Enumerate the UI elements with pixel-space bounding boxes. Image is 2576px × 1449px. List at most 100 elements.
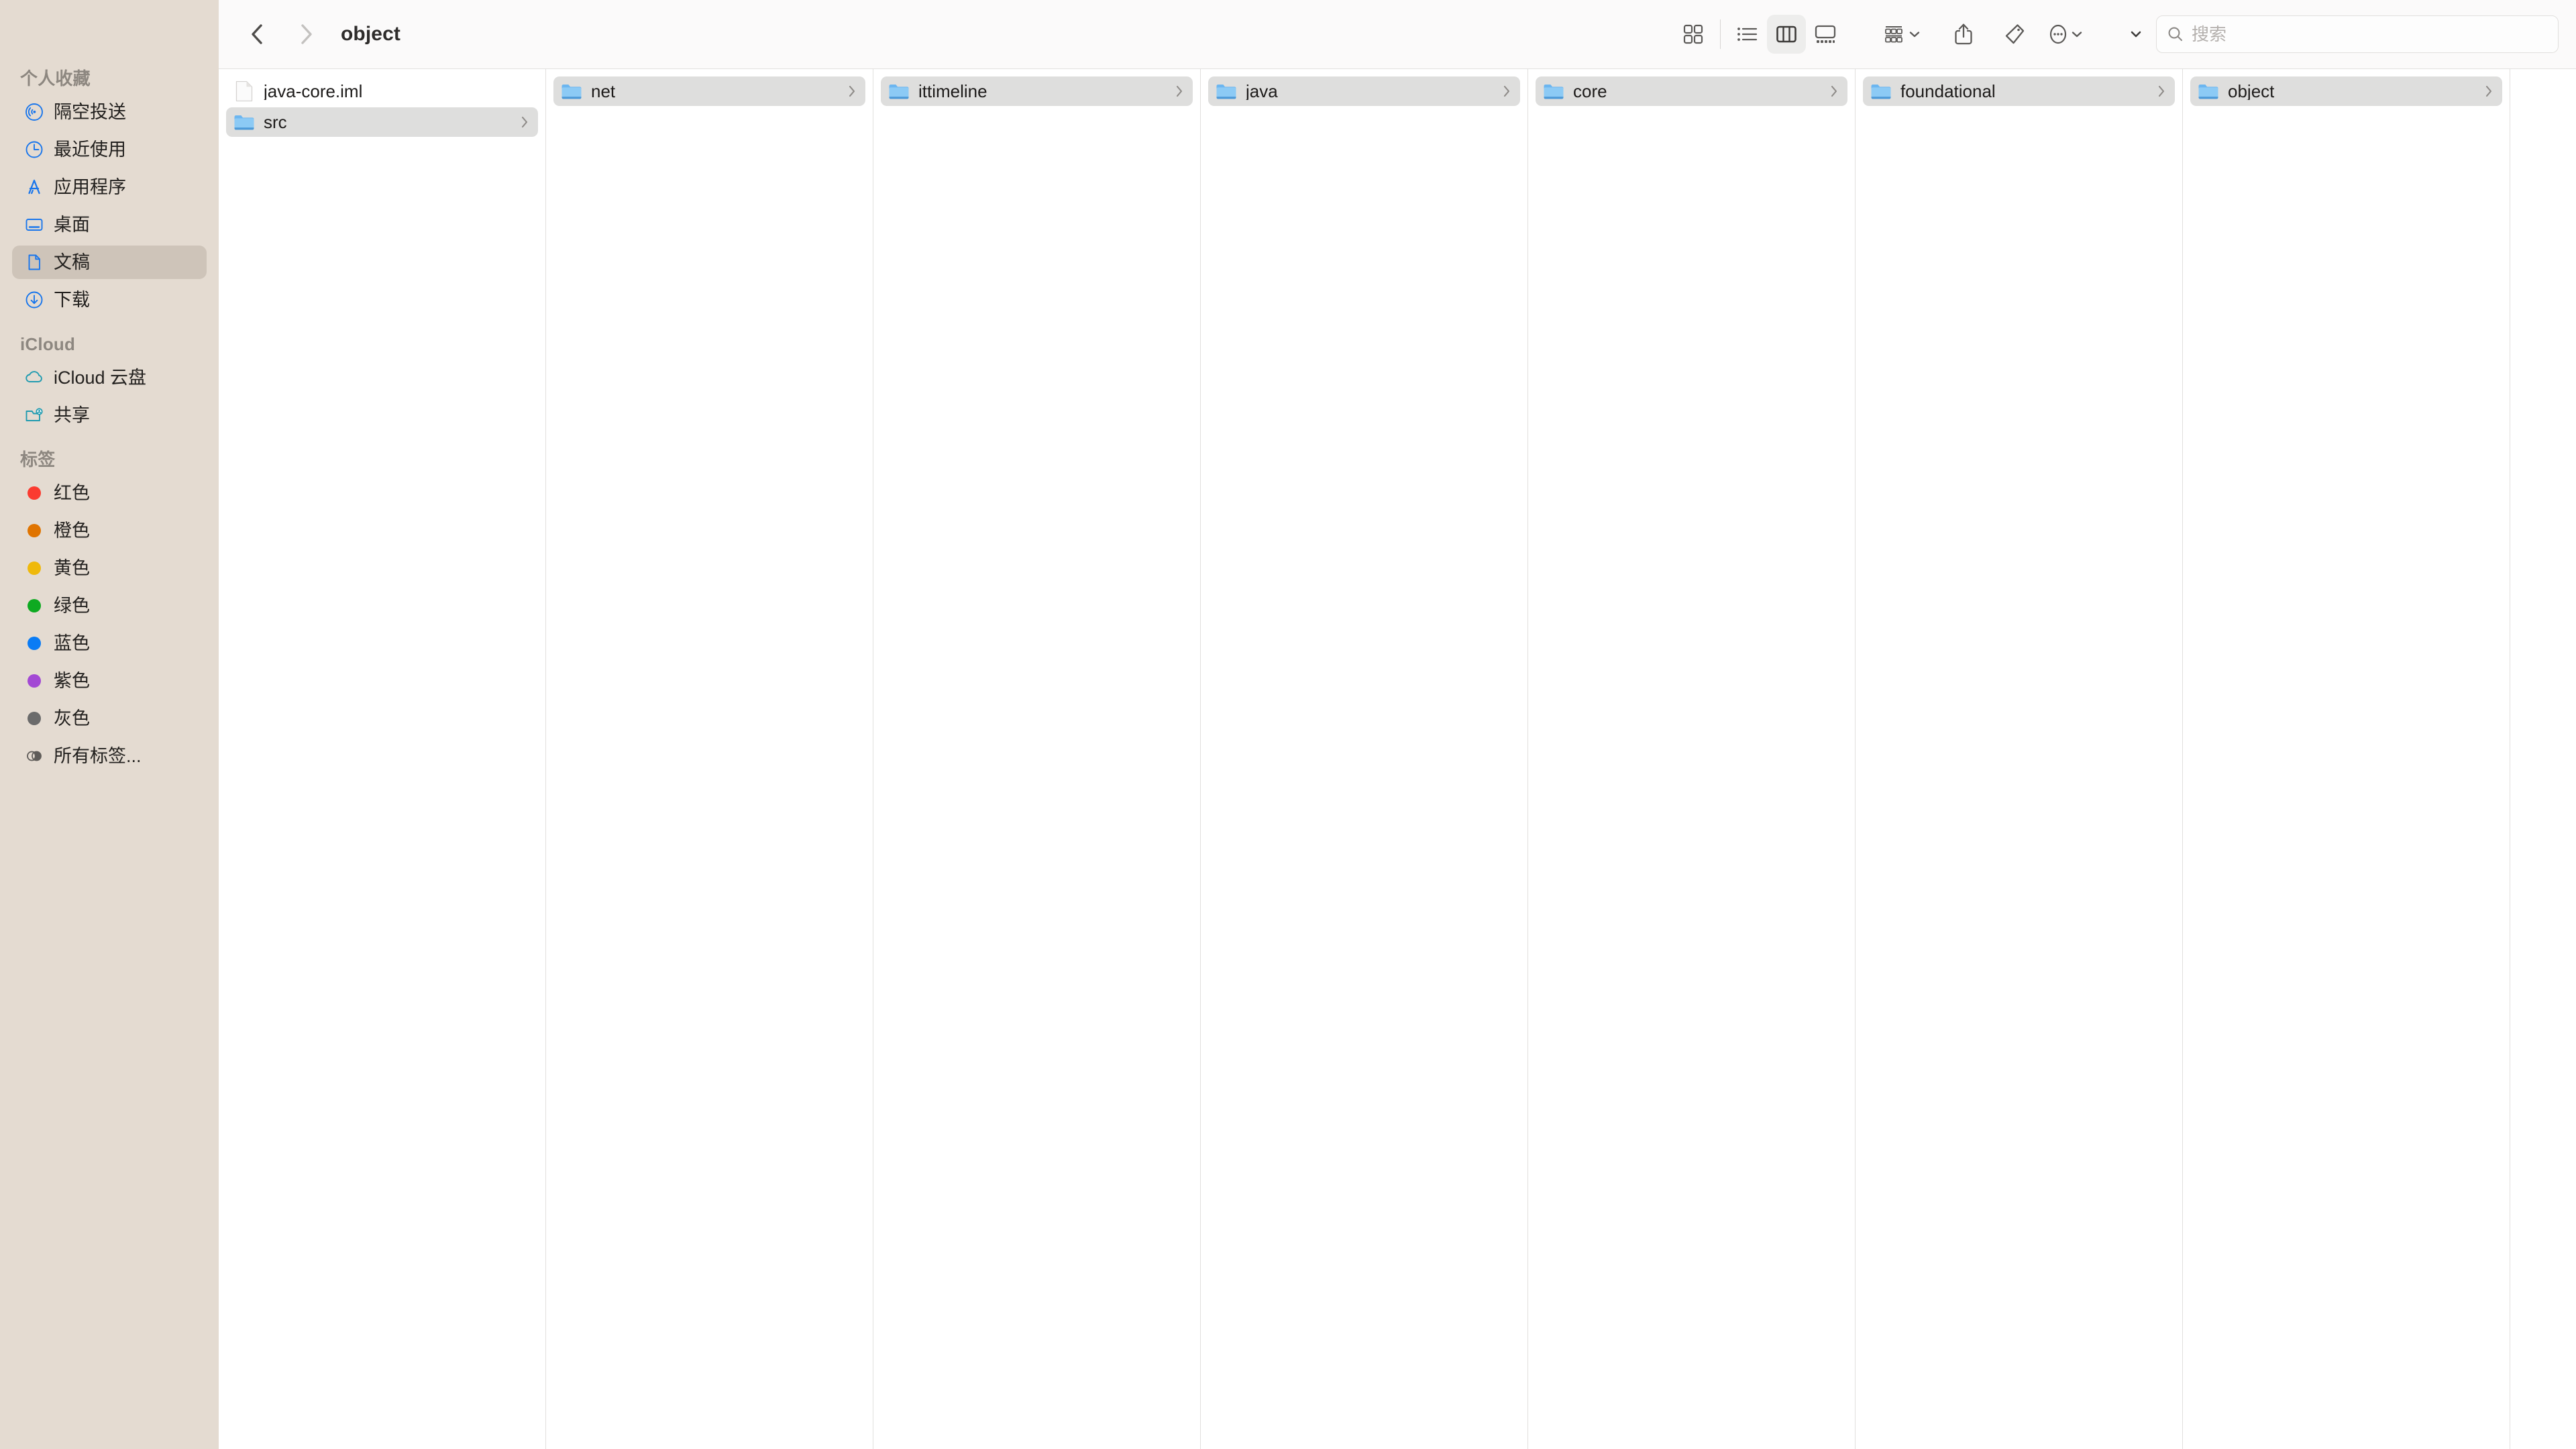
- page-title: object: [341, 23, 400, 45]
- sidebar-item-icon: [20, 215, 48, 235]
- file-row[interactable]: ittimeline: [881, 76, 1193, 106]
- view-list-button[interactable]: [1728, 15, 1767, 54]
- sidebar-item-icon: [20, 561, 48, 575]
- file-row[interactable]: object: [2190, 76, 2502, 106]
- folder-icon: [2198, 85, 2218, 99]
- sidebar-item-1-3[interactable]: 应用程序: [12, 170, 207, 204]
- airdrop-icon: [25, 103, 43, 121]
- column-net: ittimeline: [873, 69, 1201, 1449]
- all-tags-icon: [27, 751, 42, 761]
- sidebar-item-1-4[interactable]: 桌面: [12, 208, 207, 241]
- sidebar-item-3-5[interactable]: 蓝色: [12, 627, 207, 660]
- sidebar-item-label: 红色: [54, 482, 90, 503]
- sidebar-section-3: 标签红色橙色黄色绿色蓝色紫色灰色 所有标签...: [0, 448, 219, 773]
- search-placeholder-text: 搜索: [2192, 24, 2227, 44]
- sidebar-item-icon: [20, 674, 48, 688]
- sidebar-item-label: 文稿: [54, 252, 90, 272]
- disclosure-chevron: [1501, 84, 1512, 99]
- document-icon: [28, 254, 40, 270]
- disclosure-chevron: [2483, 84, 2494, 99]
- chevron-down-icon: [2131, 31, 2141, 38]
- file-row[interactable]: net: [553, 76, 865, 106]
- folder-icon: [889, 85, 909, 99]
- group-by-caret: [1908, 30, 1921, 39]
- search-options-button[interactable]: [2123, 15, 2149, 54]
- sidebar-section-title: 个人收藏: [20, 68, 91, 89]
- sidebar-item-icon: [20, 405, 48, 425]
- sidebar-item-3-3[interactable]: 黄色: [12, 551, 207, 585]
- sidebar-item-3-1[interactable]: 红色: [12, 476, 207, 510]
- chevron-right-icon: [1831, 85, 1837, 97]
- sidebar-item-2-2[interactable]: 共享: [12, 398, 207, 432]
- forward-button[interactable]: [287, 15, 326, 54]
- sidebar-item-1-5[interactable]: 文稿: [12, 246, 207, 279]
- tag-dot-orange: [28, 524, 41, 537]
- folder-icon: [1544, 85, 1564, 99]
- search-input[interactable]: 搜索: [2156, 15, 2559, 53]
- cloud-icon: [25, 371, 42, 382]
- file-name: object: [2228, 83, 2275, 100]
- file-row[interactable]: java-core.iml: [226, 76, 538, 106]
- more-actions-button[interactable]: [2046, 15, 2085, 54]
- sidebar-section-title: iCloud: [20, 334, 76, 354]
- column-documents: java-core.iml src: [219, 69, 546, 1449]
- sidebar-item-3-6[interactable]: 紫色: [12, 664, 207, 698]
- sidebar-item-label: 蓝色: [54, 633, 90, 653]
- search-container: 搜索: [2156, 15, 2559, 53]
- tag-icon: [2005, 24, 2025, 44]
- list-view-icon: [1737, 28, 1758, 41]
- sidebar-item-3-2[interactable]: 橙色: [12, 514, 207, 547]
- tag-dot-red: [28, 486, 41, 500]
- folder-icon-wrap: [2197, 82, 2220, 101]
- file-row[interactable]: src: [226, 107, 538, 137]
- sidebar-item-3-7[interactable]: 灰色: [12, 702, 207, 735]
- file-row[interactable]: java: [1208, 76, 1520, 106]
- folder-icon: [1871, 85, 1891, 99]
- folder-icon-wrap: [560, 82, 583, 101]
- sidebar-item-1-1[interactable]: 隔空投送: [12, 95, 207, 129]
- sidebar-item-label: 下载: [54, 289, 90, 310]
- search-icon: [2168, 27, 2183, 42]
- desktop-icon: [25, 219, 43, 231]
- back-button[interactable]: [237, 15, 276, 54]
- applications-icon: [28, 179, 40, 195]
- file-row[interactable]: core: [1536, 76, 1847, 106]
- file-name: foundational: [1900, 83, 1996, 100]
- column-foundational: object: [2183, 69, 2510, 1449]
- tag-dot-gray: [28, 712, 41, 725]
- view-icon-button[interactable]: [1674, 15, 1713, 54]
- disclosure-chevron: [847, 84, 857, 99]
- disclosure-chevron: [1829, 84, 1839, 99]
- sidebar-item-icon: [20, 524, 48, 537]
- column-browser: java-core.iml src net ittimeline java co…: [219, 69, 2576, 1449]
- sidebar-item-icon: [20, 746, 48, 766]
- sidebar-section-title: 标签: [20, 449, 56, 470]
- sidebar-item-label: 紫色: [54, 670, 90, 691]
- sidebar-item-icon: [20, 637, 48, 650]
- tag-dot-yellow: [28, 561, 41, 575]
- sidebar-section-2: iCloud iCloud 云盘 共享: [0, 333, 219, 432]
- sidebar-item-3-8[interactable]: 所有标签...: [12, 739, 207, 773]
- file-name: net: [591, 83, 616, 100]
- file-row[interactable]: foundational: [1863, 76, 2175, 106]
- sidebar-item-icon: [20, 486, 48, 500]
- sidebar-item-label: 隔空投送: [54, 101, 126, 122]
- sidebar-item-2-1[interactable]: iCloud 云盘: [12, 361, 207, 394]
- back-chevron-icon: [252, 24, 262, 44]
- sidebar-item-3-4[interactable]: 绿色: [12, 589, 207, 623]
- sidebar-item-label: 黄色: [54, 557, 90, 578]
- sidebar-item-label: 所有标签...: [54, 745, 142, 766]
- sidebar-item-icon: [20, 599, 48, 612]
- toolbar-divider: [1720, 19, 1721, 49]
- view-gallery-button[interactable]: [1806, 15, 1845, 54]
- view-column-button[interactable]: [1767, 15, 1806, 54]
- group-by-button[interactable]: [1882, 15, 1921, 54]
- share-button[interactable]: [1944, 15, 1983, 54]
- sidebar-item-icon: [20, 368, 48, 388]
- tag-button[interactable]: [1995, 15, 2034, 54]
- folder-icon: [234, 115, 254, 130]
- file-name: java-core.iml: [264, 83, 363, 100]
- sidebar-item-1-6[interactable]: 下载: [12, 283, 207, 317]
- sidebar-item-1-2[interactable]: 最近使用: [12, 133, 207, 166]
- sidebar-item-icon: [20, 290, 48, 310]
